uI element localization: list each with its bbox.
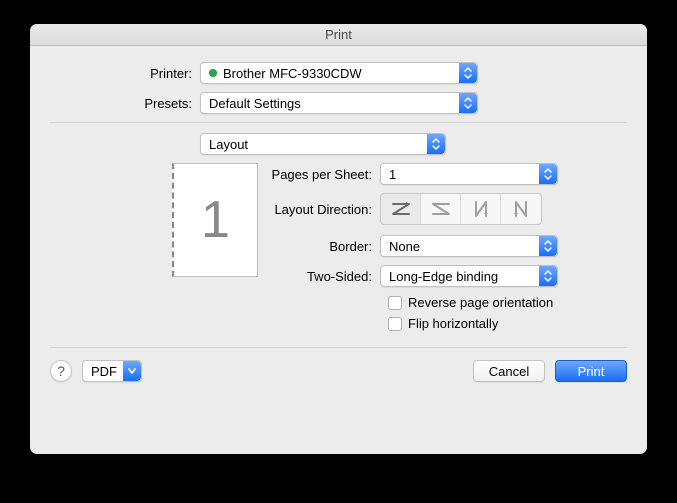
chevrons-icon <box>459 63 477 83</box>
printer-select[interactable]: Brother MFC-9330CDW <box>200 62 478 84</box>
reverse-orientation-row: Reverse page orientation <box>388 295 627 310</box>
printer-label: Printer: <box>50 66 200 81</box>
section-select[interactable]: Layout <box>200 133 446 155</box>
reverse-orientation-checkbox[interactable] <box>388 296 402 310</box>
layout-direction-n1[interactable] <box>461 194 501 224</box>
pages-per-sheet-value: 1 <box>389 167 396 182</box>
two-sided-label: Two-Sided: <box>268 269 380 284</box>
section-value: Layout <box>209 137 248 152</box>
pdf-label: PDF <box>91 364 117 379</box>
help-button[interactable]: ? <box>50 360 72 382</box>
cancel-label: Cancel <box>489 364 529 379</box>
chevrons-icon <box>539 266 557 286</box>
layout-direction-label: Layout Direction: <box>268 202 380 217</box>
pdf-menu[interactable]: PDF <box>82 360 142 382</box>
layout-direction-group <box>380 193 542 225</box>
print-label: Print <box>578 364 605 379</box>
chevrons-icon <box>539 164 557 184</box>
chevrons-icon <box>459 93 477 113</box>
section-divider <box>50 122 627 123</box>
chevron-down-icon <box>123 361 141 381</box>
dialog-content: Printer: Brother MFC-9330CDW Presets: De… <box>30 46 647 348</box>
flip-horizontally-checkbox[interactable] <box>388 317 402 331</box>
preview-page: 1 <box>172 163 258 277</box>
pages-per-sheet-label: Pages per Sheet: <box>268 167 380 182</box>
page-preview: 1 <box>172 163 258 331</box>
border-value: None <box>389 239 420 254</box>
help-icon: ? <box>57 363 65 379</box>
presets-label: Presets: <box>50 96 200 111</box>
flip-horizontally-row: Flip horizontally <box>388 316 627 331</box>
presets-select[interactable]: Default Settings <box>200 92 478 114</box>
pages-per-sheet-select[interactable]: 1 <box>380 163 558 185</box>
layout-options: Pages per Sheet: 1 Layout Direction: <box>268 163 627 331</box>
layout-direction-z[interactable] <box>381 194 421 224</box>
window-title: Print <box>30 24 647 46</box>
print-dialog: Print Printer: Brother MFC-9330CDW Prese… <box>30 24 647 454</box>
layout-direction-n2[interactable] <box>501 194 541 224</box>
cancel-button[interactable]: Cancel <box>473 360 545 382</box>
dialog-footer: ? PDF Cancel Print <box>30 348 647 398</box>
chevrons-icon <box>427 134 445 154</box>
layout-direction-s[interactable] <box>421 194 461 224</box>
printer-value: Brother MFC-9330CDW <box>223 66 362 81</box>
print-button[interactable]: Print <box>555 360 627 382</box>
border-label: Border: <box>268 239 380 254</box>
border-select[interactable]: None <box>380 235 558 257</box>
reverse-orientation-label: Reverse page orientation <box>408 295 553 310</box>
presets-value: Default Settings <box>209 96 301 111</box>
chevrons-icon <box>539 236 557 256</box>
two-sided-select[interactable]: Long-Edge binding <box>380 265 558 287</box>
flip-horizontally-label: Flip horizontally <box>408 316 498 331</box>
preview-page-number: 1 <box>201 190 230 250</box>
printer-status-icon <box>209 69 217 77</box>
two-sided-value: Long-Edge binding <box>389 269 498 284</box>
